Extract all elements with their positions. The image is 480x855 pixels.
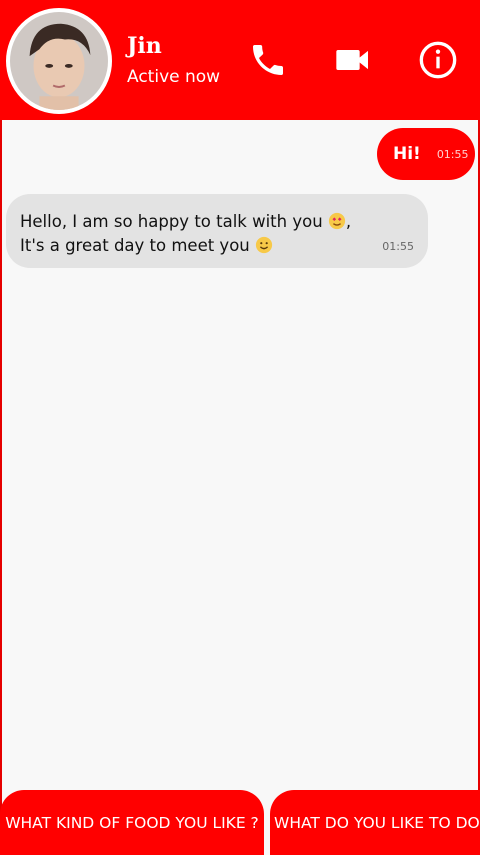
message-timestamp: 01:55 [436, 147, 469, 161]
phone-icon[interactable] [248, 40, 288, 80]
quick-reply-food-button[interactable]: WHAT KIND OF FOOD YOU LIKE ? [0, 790, 264, 855]
smiling-emoji-icon [255, 236, 273, 254]
message-text: Hi! [393, 144, 421, 164]
info-icon[interactable] [418, 40, 458, 80]
message-text: Hello, I am so happy to talk with you , … [20, 210, 410, 258]
avatar[interactable] [6, 8, 112, 114]
message-line-1-suffix: , [345, 212, 352, 231]
message-line-2: It's a great day to meet you [20, 236, 250, 255]
message-timestamp: 01:55 [382, 240, 414, 253]
heart-eyes-emoji-icon [328, 212, 346, 230]
chat-header: Jin Active now [0, 0, 480, 120]
avatar-photo [10, 12, 108, 110]
incoming-message-bubble: Hello, I am so happy to talk with you , … [6, 194, 428, 268]
message-line-1: Hello, I am so happy to talk with you [20, 212, 323, 231]
quick-reply-hobbies-button[interactable]: WHAT DO YOU LIKE TO DO [270, 790, 480, 855]
video-camera-icon[interactable] [333, 40, 373, 80]
contact-status: Active now [127, 67, 221, 87]
outgoing-message-bubble: Hi! 01:55 [377, 128, 475, 180]
contact-name: Jin [127, 33, 162, 59]
